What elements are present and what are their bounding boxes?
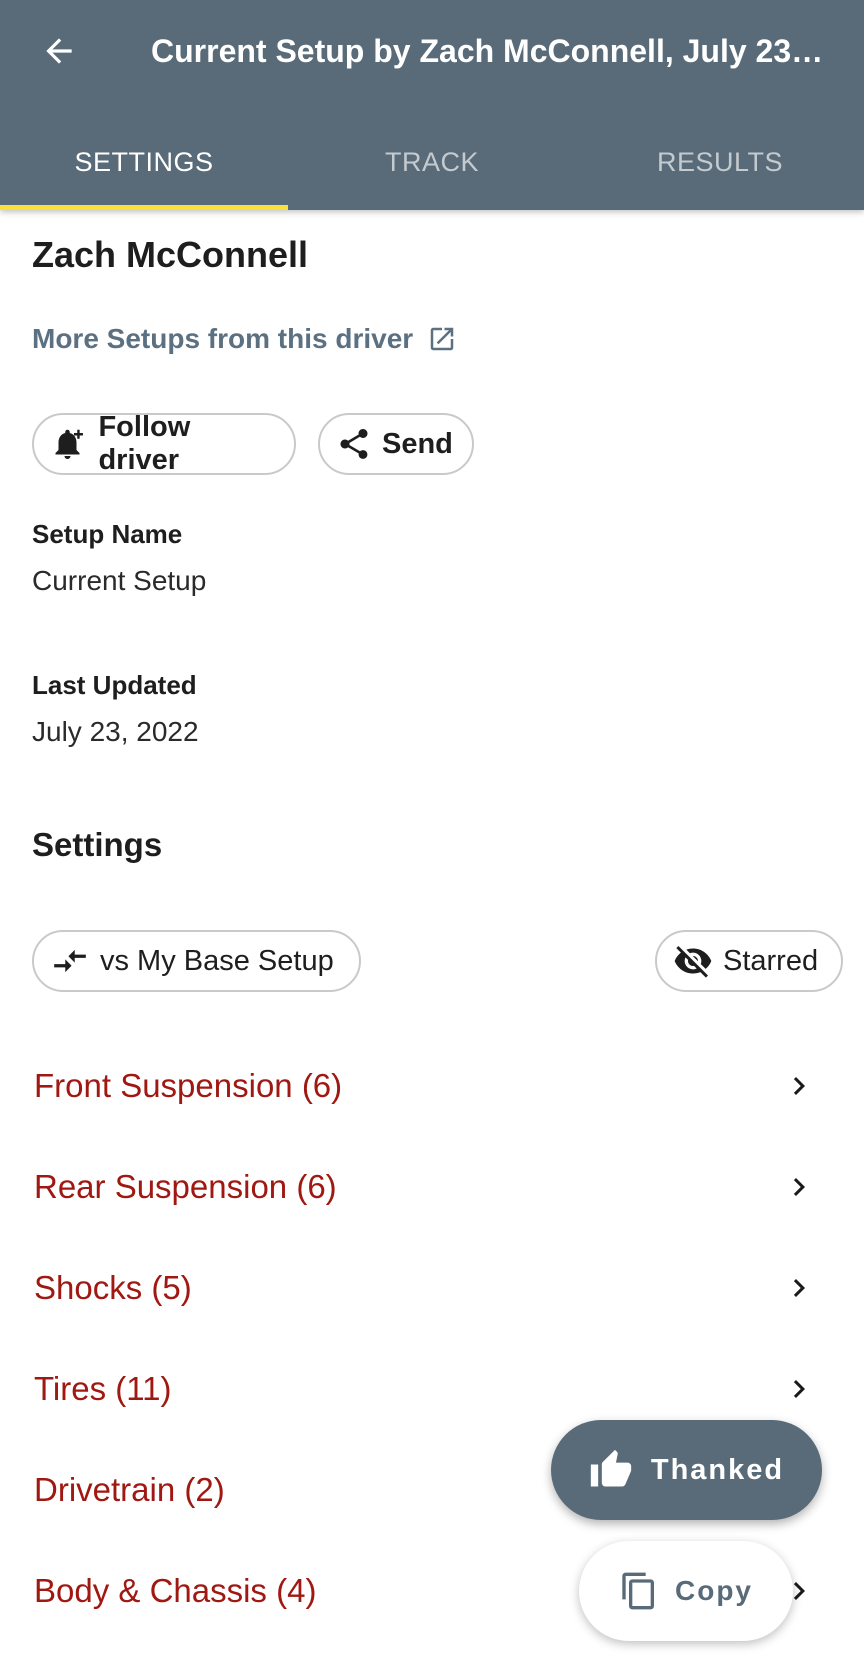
settings-section-title: Settings xyxy=(32,826,163,863)
page-title: Current Setup by Zach McConnell, July 23… xyxy=(151,33,831,69)
category-label: Rear Suspension (6) xyxy=(34,1167,337,1205)
compare-base-setup-button[interactable]: vs My Base Setup xyxy=(32,930,361,992)
open-external-icon xyxy=(430,327,454,351)
category-shocks[interactable]: Shocks (5) xyxy=(0,1237,864,1338)
starred-filter-button[interactable]: Starred xyxy=(655,930,843,992)
category-label: Tires (11) xyxy=(34,1369,172,1407)
thumb-up-icon xyxy=(590,1449,632,1487)
category-label: Front Suspension (6) xyxy=(34,1066,343,1104)
setup-name-label: Setup Name xyxy=(32,519,183,549)
last-updated-label: Last Updated xyxy=(32,670,197,700)
chevron-right-icon xyxy=(781,1270,817,1306)
category-front-suspension[interactable]: Front Suspension (6) xyxy=(0,1035,864,1136)
chevron-right-icon xyxy=(781,1169,817,1205)
chevron-right-icon xyxy=(781,1371,817,1407)
starred-label: Starred xyxy=(723,944,819,977)
app-bar: Current Setup by Zach McConnell, July 23… xyxy=(0,0,864,210)
back-button[interactable] xyxy=(36,28,82,74)
category-rear-suspension[interactable]: Rear Suspension (6) xyxy=(0,1136,864,1237)
tab-bar: SETTINGS TRACK RESULTS xyxy=(0,120,864,210)
compare-arrows-icon xyxy=(50,941,90,981)
arrow-left-icon xyxy=(46,38,72,64)
chevron-right-icon xyxy=(781,1068,817,1104)
share-icon xyxy=(336,424,372,464)
thanked-button[interactable]: Thanked xyxy=(551,1420,822,1520)
copy-button[interactable]: Copy xyxy=(579,1541,793,1641)
category-label: Shocks (5) xyxy=(34,1268,192,1306)
follow-driver-label: Follow driver xyxy=(98,411,191,476)
compare-label: vs My Base Setup xyxy=(100,944,334,977)
category-label: Drivetrain (2) xyxy=(34,1470,225,1508)
more-setups-link[interactable]: More Setups from this driver xyxy=(32,323,457,355)
tab-settings[interactable]: SETTINGS xyxy=(0,120,288,210)
copy-label: Copy xyxy=(675,1575,753,1606)
tab-track[interactable]: TRACK xyxy=(288,120,576,210)
send-label: Send xyxy=(382,427,453,460)
eye-off-icon xyxy=(673,941,713,981)
bell-plus-icon xyxy=(50,424,88,464)
copy-icon xyxy=(622,1572,654,1610)
follow-driver-button[interactable]: Follow driver xyxy=(32,411,296,476)
setup-name-value: Current Setup xyxy=(32,565,207,596)
more-setups-label: More Setups from this driver xyxy=(32,323,414,354)
driver-name: Zach McConnell xyxy=(32,234,309,275)
thanked-label: Thanked xyxy=(650,1453,785,1486)
tab-results[interactable]: RESULTS xyxy=(576,120,864,210)
send-button[interactable]: Send xyxy=(318,413,474,475)
last-updated-value: July 23, 2022 xyxy=(32,716,199,747)
category-label: Body & Chassis (4) xyxy=(34,1571,317,1609)
